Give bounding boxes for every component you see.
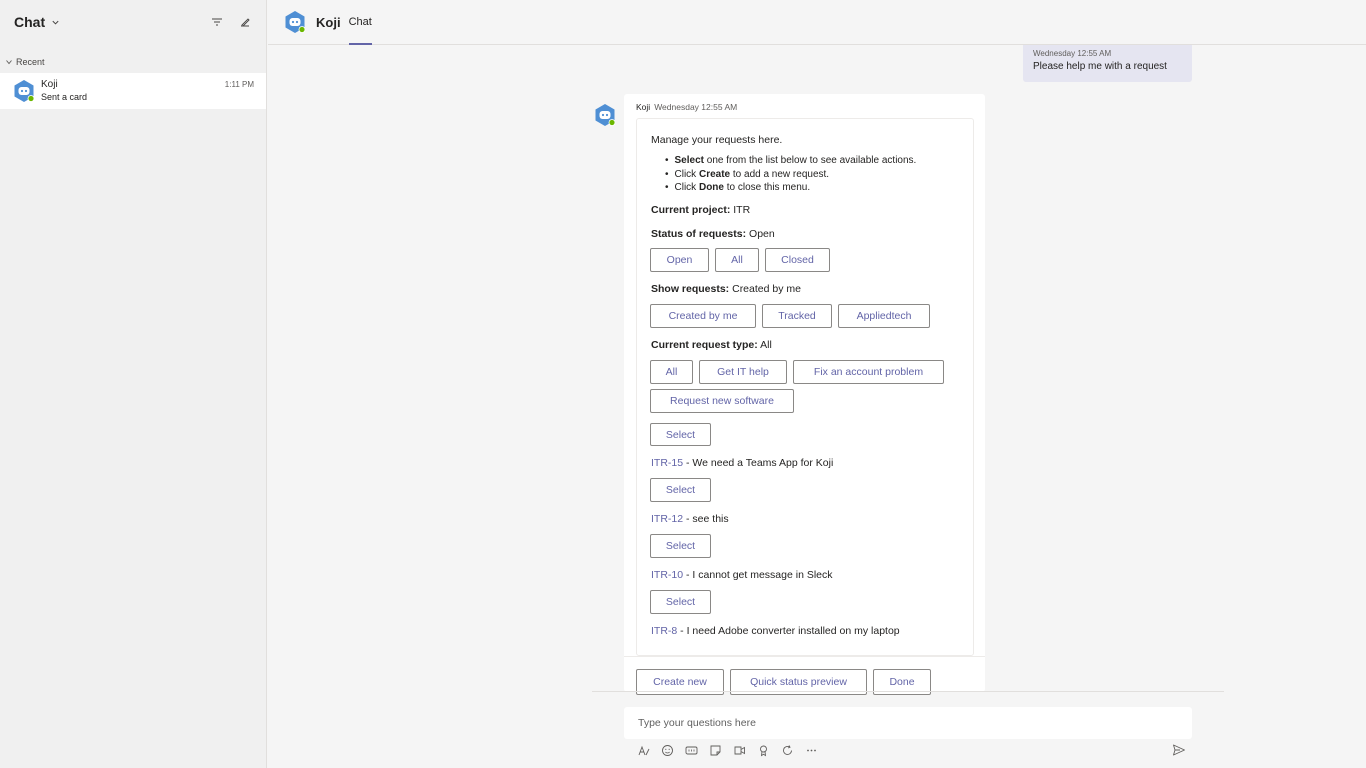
gif-icon[interactable] (684, 743, 698, 757)
outgoing-message: Wednesday 12:55 AM Please help me with a… (1023, 45, 1192, 82)
request-key-link[interactable]: ITR-15 (651, 457, 683, 469)
chat-item-name: Koji (41, 79, 58, 90)
type-get-it-help-button[interactable]: Get IT help (699, 360, 787, 384)
project-value: ITR (730, 204, 751, 216)
status-closed-button[interactable]: Closed (765, 248, 830, 272)
type-request-software-button[interactable]: Request new software (650, 389, 794, 413)
sidebar-header: Chat (0, 0, 266, 44)
request-item: ITR-15 - We need a Teams App for Koji (651, 457, 833, 469)
select-button[interactable]: Select (650, 423, 711, 446)
instruction-bold: Create (698, 169, 731, 180)
tab-chat[interactable]: Chat (348, 0, 373, 45)
project-label: Current project: (651, 204, 731, 216)
bot-avatar (283, 10, 307, 34)
chat-sidebar: Chat Recent (0, 0, 267, 768)
request-title: - see this (683, 513, 729, 525)
request-item: ITR-10 - I cannot get message in Sleck (651, 569, 833, 581)
new-chat-icon[interactable] (238, 15, 252, 29)
show-value: Created by me (729, 283, 801, 295)
instruction-bold: Done (698, 182, 724, 192)
more-options-icon[interactable] (804, 743, 818, 757)
recent-section-label: Recent (16, 57, 45, 67)
sticker-icon[interactable] (708, 743, 722, 757)
card-intro: Manage your requests here. (651, 134, 783, 146)
current-request-type: Current request type: All (651, 339, 772, 351)
compose-divider (592, 691, 1224, 692)
request-key-link[interactable]: ITR-12 (651, 513, 683, 525)
request-item: ITR-8 - I need Adobe converter installed… (651, 625, 900, 637)
status-open-button[interactable]: Open (650, 248, 709, 272)
show-created-by-me-button[interactable]: Created by me (650, 304, 756, 328)
recent-section-header[interactable]: Recent (0, 44, 266, 68)
chat-header-name: Koji (316, 14, 341, 30)
select-request-button[interactable]: Select (650, 534, 711, 558)
request-key-link[interactable]: ITR-8 (651, 625, 677, 637)
status-value: Open (746, 228, 775, 240)
chat-header: Koji Chat (268, 0, 1366, 45)
instruction-text: one from the list below to see available… (703, 155, 917, 166)
format-icon[interactable] (636, 743, 650, 757)
bot-message-header: Koji Wednesday 12:55 AM (636, 102, 737, 112)
instruction-pre: Click (674, 182, 699, 192)
compose-toolbar (636, 742, 818, 758)
emoji-icon[interactable] (660, 743, 674, 757)
message-text: Please help me with a request (1033, 61, 1167, 72)
meet-now-icon[interactable] (732, 743, 746, 757)
chat-list-item-koji[interactable]: Koji Sent a card 1:11 PM (0, 73, 266, 109)
loop-icon[interactable] (780, 743, 794, 757)
bot-message-author: Koji (636, 102, 651, 112)
instruction-bold: Select (674, 155, 704, 166)
instruction-item: Click Done to close this menu. (665, 182, 811, 192)
show-tracked-button[interactable]: Tracked (762, 304, 832, 328)
chat-item-preview: Sent a card (41, 92, 88, 102)
type-label: Current request type: (651, 339, 758, 351)
status-label: Status of requests: (651, 228, 747, 240)
show-label: Show requests: (651, 283, 730, 295)
current-project: Current project: ITR (651, 204, 750, 216)
chat-item-meta: Koji Sent a card (41, 79, 87, 103)
card-footer: Create new Quick status preview Done (624, 656, 985, 695)
select-request-button[interactable]: Select (650, 590, 711, 614)
status-of-requests: Status of requests: Open (651, 228, 775, 240)
bot-message-timestamp: Wednesday 12:55 AM (654, 102, 738, 112)
filter-icon[interactable] (210, 15, 224, 29)
instruction-text: to close this menu. (723, 182, 811, 192)
praise-icon[interactable] (756, 743, 770, 757)
compose-box (624, 707, 1192, 739)
chevron-down-icon[interactable] (51, 17, 61, 27)
bot-avatar (593, 103, 617, 127)
type-value: All (757, 339, 772, 351)
request-title: - We need a Teams App for Koji (683, 457, 834, 469)
request-key-link[interactable]: ITR-10 (651, 569, 683, 581)
instruction-item: Select one from the list below to see av… (665, 155, 917, 166)
show-requests: Show requests: Created by me (651, 283, 801, 295)
request-item: ITR-12 - see this (651, 513, 729, 525)
type-fix-account-button[interactable]: Fix an account problem (793, 360, 944, 384)
sidebar-title[interactable]: Chat (14, 14, 45, 30)
caret-down-icon (6, 59, 14, 65)
status-all-button[interactable]: All (715, 248, 759, 272)
request-title: - I need Adobe converter installed on my… (677, 625, 900, 637)
show-appliedtech-button[interactable]: Appliedtech (838, 304, 930, 328)
instruction-text: to add a new request. (730, 169, 830, 180)
instruction-item: Click Create to add a new request. (665, 169, 830, 180)
request-title: - I cannot get message in Sleck (683, 569, 833, 581)
type-all-button[interactable]: All (650, 360, 693, 384)
select-request-button[interactable]: Select (650, 478, 711, 502)
chat-item-time: 1:11 PM (224, 80, 254, 89)
adaptive-card: Manage your requests here. Select one fr… (636, 118, 974, 656)
send-icon[interactable] (1172, 743, 1186, 757)
bot-message-card: Koji Wednesday 12:55 AM Manage your reque… (624, 94, 985, 695)
message-timestamp: Wednesday 12:55 AM (1033, 49, 1112, 58)
instruction-pre: Click (674, 169, 699, 180)
sidebar-actions (210, 15, 252, 29)
message-input[interactable] (638, 717, 1178, 729)
bot-avatar (12, 79, 36, 103)
